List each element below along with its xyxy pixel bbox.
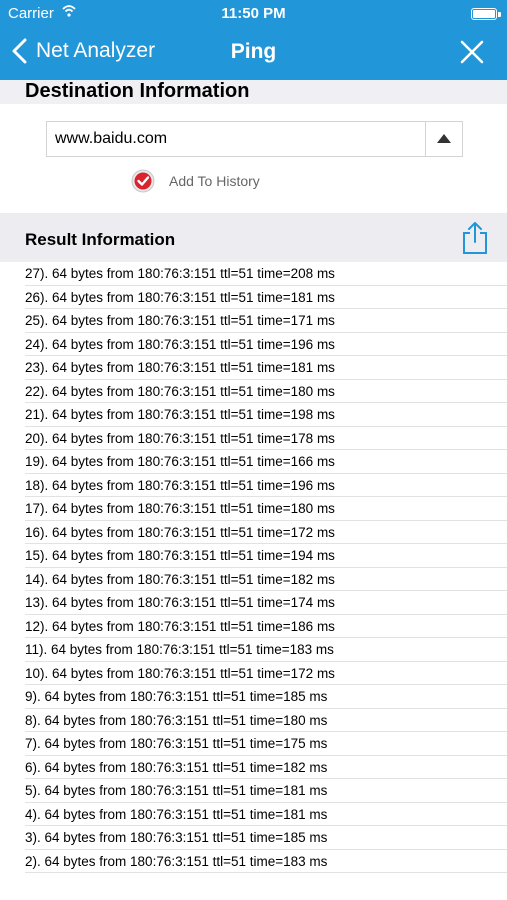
check-circle-icon[interactable] (131, 169, 155, 193)
result-row: 6). 64 bytes from 180:76:3:151 ttl=51 ti… (25, 756, 507, 779)
result-row: 5). 64 bytes from 180:76:3:151 ttl=51 ti… (25, 779, 507, 803)
result-row: 9). 64 bytes from 180:76:3:151 ttl=51 ti… (25, 685, 507, 709)
result-row: 2). 64 bytes from 180:76:3:151 ttl=51 ti… (25, 850, 507, 873)
status-bar: Carrier 11:50 PM (0, 0, 507, 28)
triangle-up-icon[interactable] (425, 122, 462, 156)
result-row: 22). 64 bytes from 180:76:3:151 ttl=51 t… (25, 380, 507, 403)
result-row: 4). 64 bytes from 180:76:3:151 ttl=51 ti… (25, 803, 507, 826)
chevron-left-icon (12, 38, 27, 64)
result-section-header: Result Information (0, 213, 507, 262)
clock: 11:50 PM (221, 5, 286, 22)
result-row: 13). 64 bytes from 180:76:3:151 ttl=51 t… (25, 591, 507, 615)
result-row: 7). 64 bytes from 180:76:3:151 ttl=51 ti… (25, 732, 507, 756)
close-icon[interactable] (459, 39, 485, 65)
battery-icon (471, 8, 501, 20)
nav-bar: Net Analyzer Ping (0, 28, 507, 80)
result-row: 11). 64 bytes from 180:76:3:151 ttl=51 t… (25, 638, 507, 662)
result-title: Result Information (25, 230, 176, 249)
result-row: 14). 64 bytes from 180:76:3:151 ttl=51 t… (25, 568, 507, 591)
host-input[interactable] (47, 122, 426, 156)
result-row: 24). 64 bytes from 180:76:3:151 ttl=51 t… (25, 333, 507, 356)
result-row: 27). 64 bytes from 180:76:3:151 ttl=51 t… (25, 262, 507, 286)
result-row: 15). 64 bytes from 180:76:3:151 ttl=51 t… (25, 544, 507, 568)
result-row: 10). 64 bytes from 180:76:3:151 ttl=51 t… (25, 662, 507, 685)
result-row: 21). 64 bytes from 180:76:3:151 ttl=51 t… (25, 403, 507, 427)
result-row: 16). 64 bytes from 180:76:3:151 ttl=51 t… (25, 521, 507, 544)
result-row: 20). 64 bytes from 180:76:3:151 ttl=51 t… (25, 427, 507, 450)
result-row: 19). 64 bytes from 180:76:3:151 ttl=51 t… (25, 450, 507, 474)
result-row: 3). 64 bytes from 180:76:3:151 ttl=51 ti… (25, 826, 507, 850)
result-row: 18). 64 bytes from 180:76:3:151 ttl=51 t… (25, 474, 507, 497)
result-row: 17). 64 bytes from 180:76:3:151 ttl=51 t… (25, 497, 507, 521)
back-label: Net Analyzer (36, 39, 156, 62)
result-row: 25). 64 bytes from 180:76:3:151 ttl=51 t… (25, 309, 507, 333)
add-to-history-toggle[interactable]: Add To History (131, 168, 260, 194)
destination-title: Destination Information (25, 80, 250, 102)
result-row: 12). 64 bytes from 180:76:3:151 ttl=51 t… (25, 615, 507, 638)
host-combobox (46, 121, 463, 157)
result-row: 8). 64 bytes from 180:76:3:151 ttl=51 ti… (25, 709, 507, 732)
result-row: 23). 64 bytes from 180:76:3:151 ttl=51 t… (25, 356, 507, 380)
destination-section-header: Destination Information (0, 80, 507, 104)
result-row: 26). 64 bytes from 180:76:3:151 ttl=51 t… (25, 286, 507, 309)
ping-results-list[interactable]: 27). 64 bytes from 180:76:3:151 ttl=51 t… (25, 262, 507, 873)
share-icon[interactable] (461, 221, 489, 255)
add-to-history-label: Add To History (169, 173, 260, 189)
back-button[interactable]: Net Analyzer (10, 38, 155, 64)
